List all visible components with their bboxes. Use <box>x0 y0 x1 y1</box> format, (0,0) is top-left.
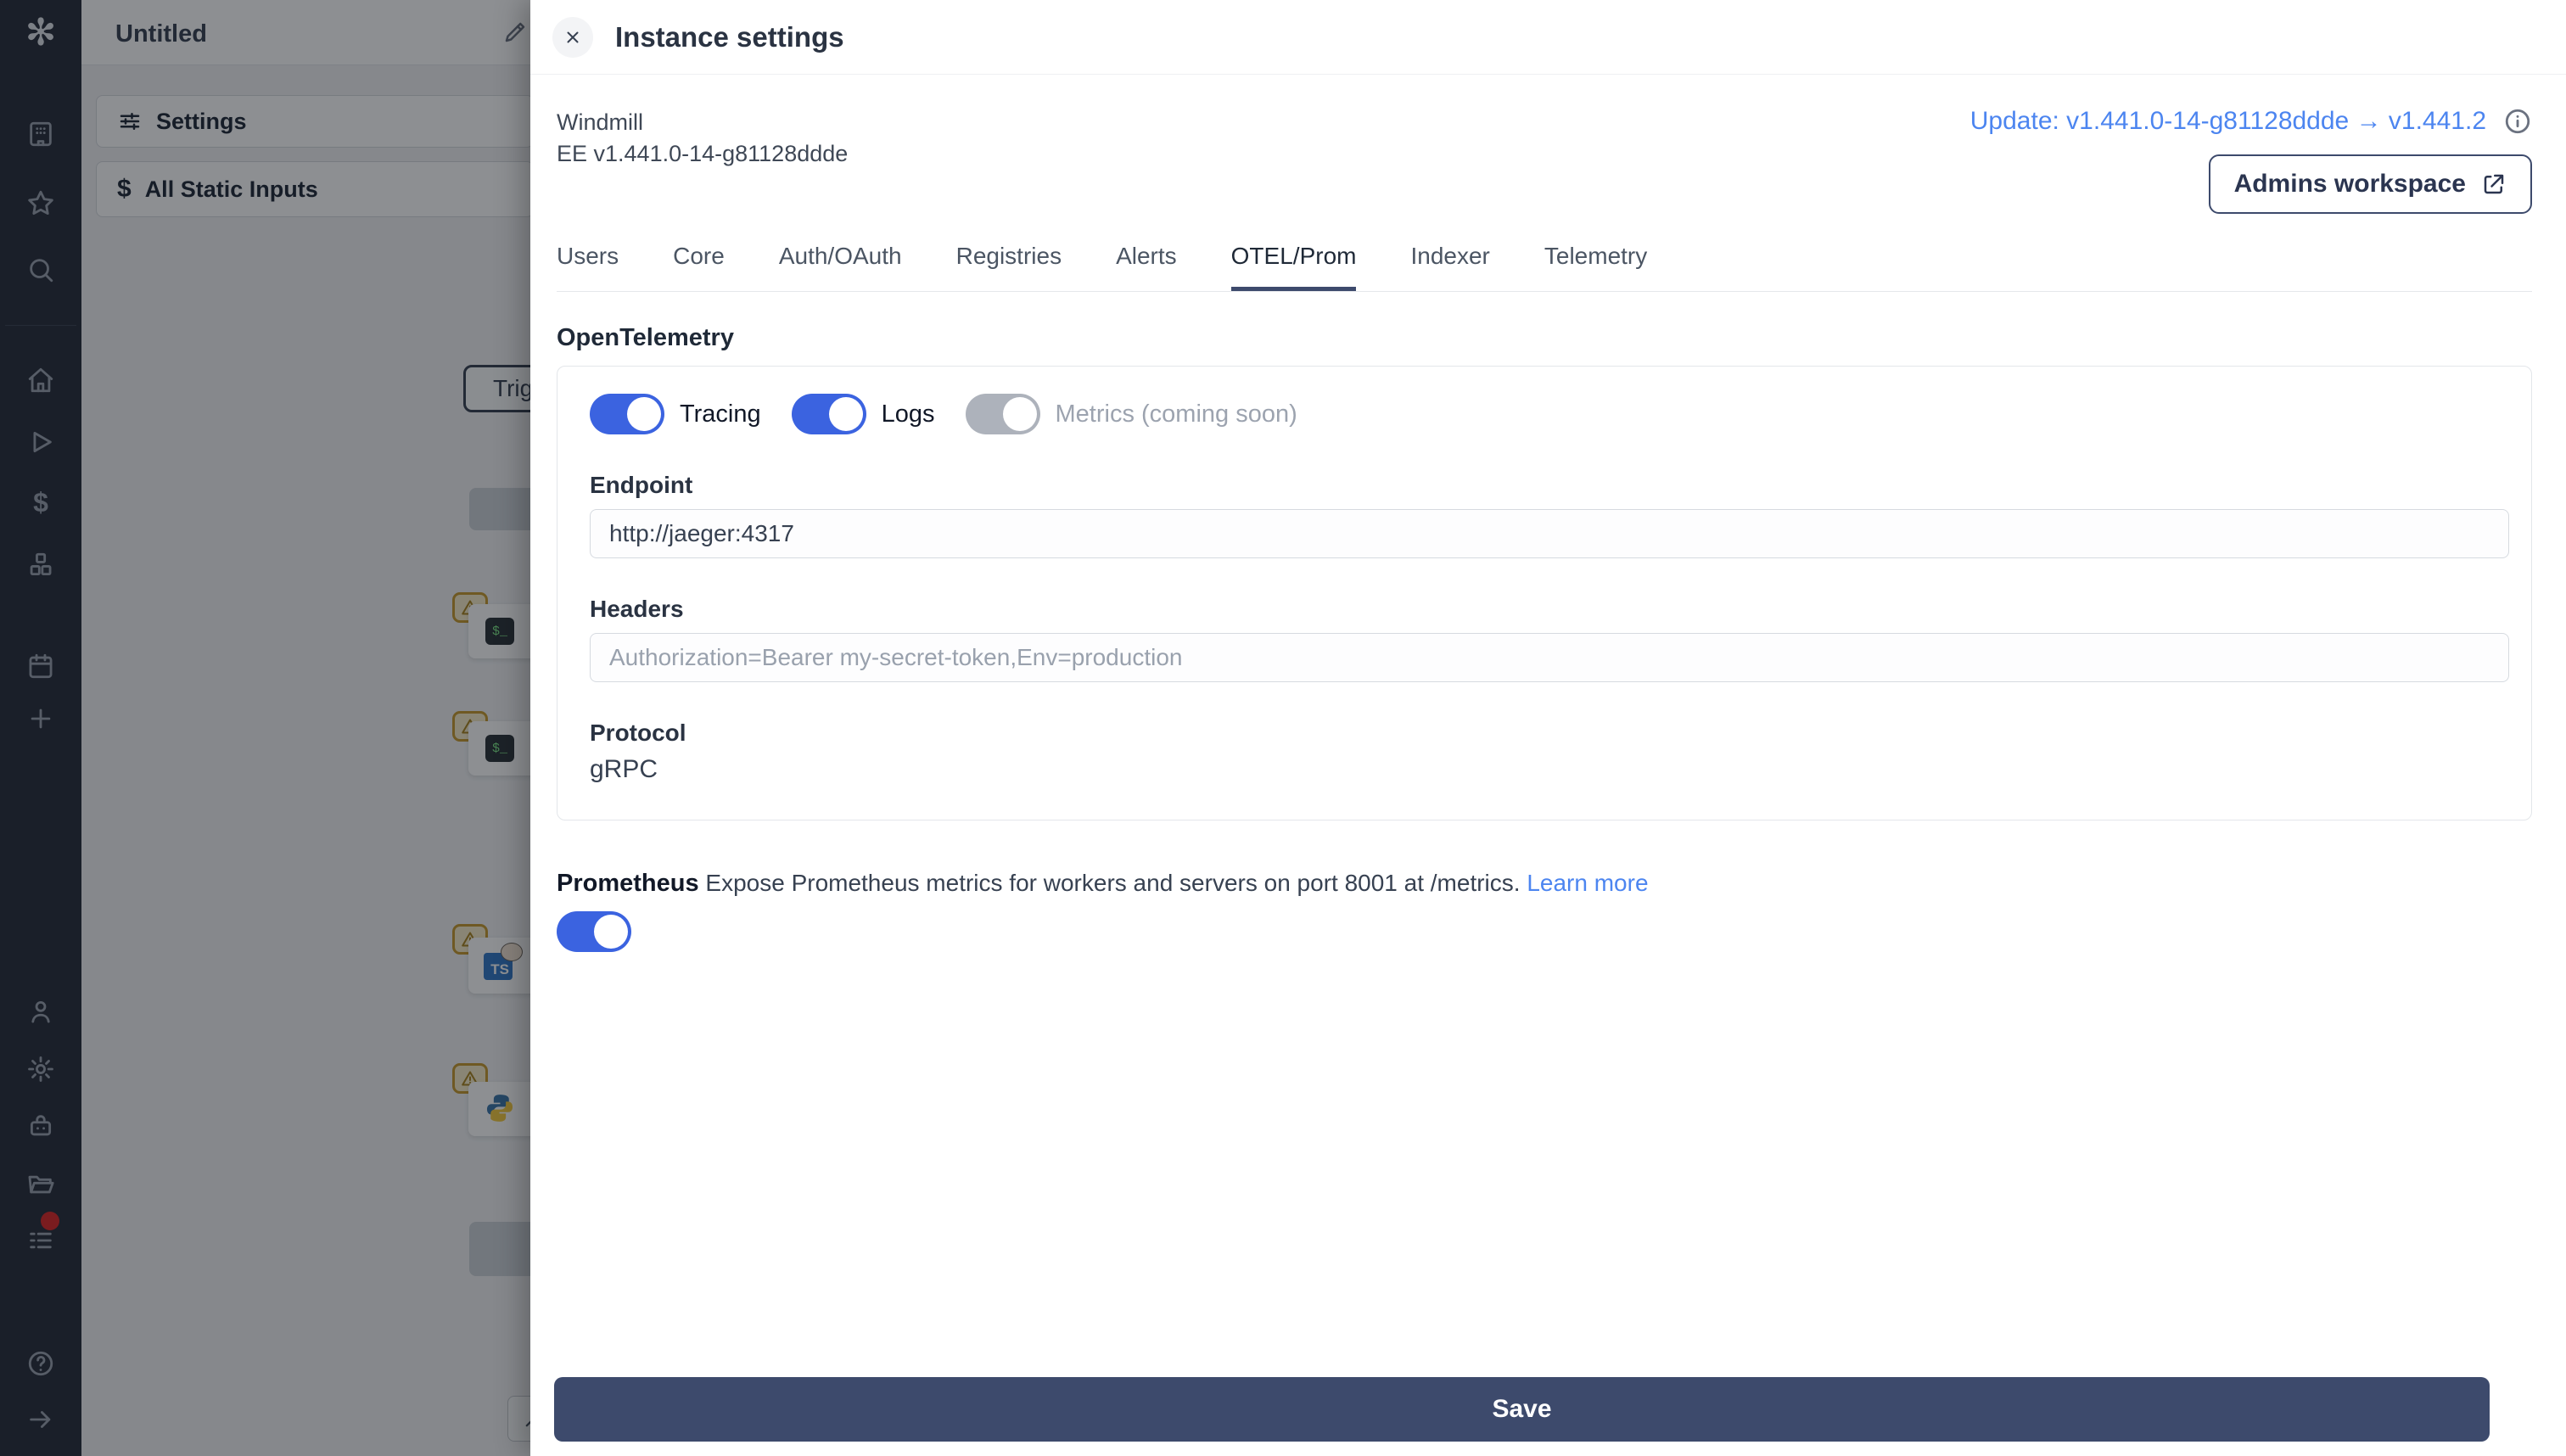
instance-settings-drawer: Instance settings Windmill EE v1.441.0-1… <box>530 0 2566 1456</box>
update-row: Update: v1.441.0-14-g81128ddde → v1.441.… <box>1970 107 2532 136</box>
meta-row: Windmill EE v1.441.0-14-g81128ddde Updat… <box>557 107 2532 214</box>
logs-label: Logs <box>881 400 935 428</box>
metrics-toggle-item: Metrics (coming soon) <box>965 394 1297 434</box>
drawer-title: Instance settings <box>615 20 844 53</box>
version-string: EE v1.441.0-14-g81128ddde <box>557 141 849 166</box>
opentelemetry-heading: OpenTelemetry <box>557 324 734 351</box>
info-icon[interactable] <box>2503 107 2532 136</box>
metrics-label: Metrics (coming soon) <box>1055 400 1297 428</box>
windmill-app: ✻ $ Untitled Settings $ All Static Input… <box>0 0 2566 1456</box>
learn-more-link[interactable]: Learn more <box>1527 870 1648 896</box>
otel-toggle-row: Tracing Logs Metrics (coming soon) <box>590 394 2509 434</box>
tab-registries[interactable]: Registries <box>956 243 1062 291</box>
save-button[interactable]: Save <box>554 1377 2490 1442</box>
tab-auth-oauth[interactable]: Auth/OAuth <box>779 243 902 291</box>
settings-tabs: Users Core Auth/OAuth Registries Alerts … <box>557 243 2532 292</box>
metrics-toggle <box>965 394 1040 434</box>
tracing-toggle[interactable] <box>590 394 664 434</box>
prometheus-toggle[interactable] <box>557 911 631 952</box>
tab-indexer[interactable]: Indexer <box>1410 243 1489 291</box>
tracing-toggle-item: Tracing <box>590 394 761 434</box>
tab-core[interactable]: Core <box>673 243 725 291</box>
modal-overlay[interactable] <box>0 0 530 1456</box>
opentelemetry-card: Tracing Logs Metrics (coming soon) Endpo… <box>557 366 2532 820</box>
close-icon[interactable] <box>552 16 593 58</box>
headers-input[interactable] <box>590 633 2509 682</box>
protocol-value: gRPC <box>590 755 658 783</box>
admins-workspace-label: Admins workspace <box>2233 170 2466 198</box>
admins-workspace-button[interactable]: Admins workspace <box>2208 154 2532 214</box>
logs-toggle[interactable] <box>791 394 866 434</box>
protocol-label: Protocol <box>590 720 686 746</box>
prometheus-row: Prometheus Expose Prometheus metrics for… <box>557 870 2532 898</box>
prometheus-description: Expose Prometheus metrics for workers an… <box>705 870 1521 896</box>
external-link-icon <box>2484 174 2504 194</box>
tracing-label: Tracing <box>680 400 761 428</box>
version-block: Windmill EE v1.441.0-14-g81128ddde <box>557 107 848 170</box>
headers-label: Headers <box>590 596 684 622</box>
tab-users[interactable]: Users <box>557 243 619 291</box>
tab-telemetry[interactable]: Telemetry <box>1544 243 1647 291</box>
tab-alerts[interactable]: Alerts <box>1116 243 1177 291</box>
update-column: Update: v1.441.0-14-g81128ddde → v1.441.… <box>1970 107 2532 214</box>
update-link[interactable]: Update: v1.441.0-14-g81128ddde → v1.441.… <box>1970 107 2486 136</box>
logs-toggle-item: Logs <box>791 394 935 434</box>
tab-otel-prom[interactable]: OTEL/Prom <box>1230 243 1357 291</box>
app-name: Windmill <box>557 109 644 135</box>
endpoint-label: Endpoint <box>590 472 693 498</box>
drawer-body: Windmill EE v1.441.0-14-g81128ddde Updat… <box>530 107 2566 956</box>
prometheus-toggle-wrap <box>557 911 2532 956</box>
prometheus-heading: Prometheus <box>557 870 699 897</box>
drawer-footer: Save <box>554 1377 2490 1442</box>
drawer-header: Instance settings <box>530 0 2566 75</box>
endpoint-input[interactable] <box>590 509 2509 558</box>
